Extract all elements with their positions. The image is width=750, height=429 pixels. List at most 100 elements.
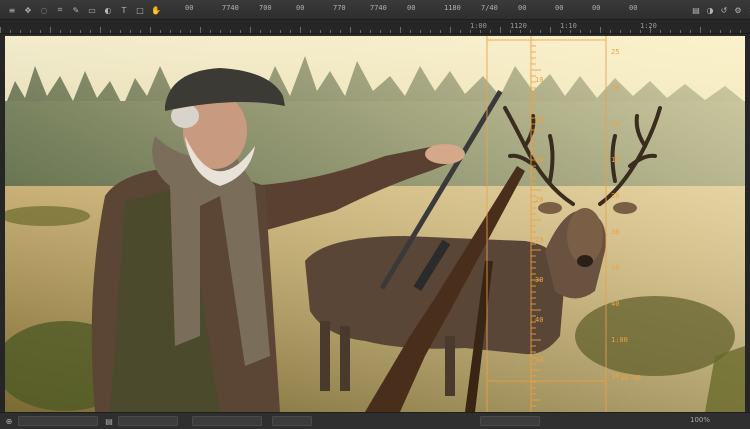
ruler-tick <box>600 27 601 33</box>
scale-label: 20 <box>535 196 544 204</box>
ruler-tick <box>540 30 541 33</box>
scale-label: 30 <box>535 276 544 284</box>
zoom-icon[interactable]: ⊕ <box>4 416 14 426</box>
ruler-tick <box>290 30 291 33</box>
scale-label: 30 <box>611 228 620 236</box>
horizontal-ruler[interactable]: 1:00 1120 1:10 1:20 <box>0 20 750 34</box>
scale-label: 25 <box>611 48 620 56</box>
scale-label: 30 <box>611 264 620 272</box>
move-icon[interactable]: ✥ <box>22 4 34 16</box>
toolbar-readout[interactable]: 00 <box>407 4 415 12</box>
toolbar-panel-group: ▤◑↺⚙✕ <box>690 4 750 16</box>
ruler-tick <box>670 30 671 33</box>
ruler-tick <box>530 30 531 33</box>
top-toolbar: ≡ ✥ ◌ ⌗ ✎ ▭ ◐ T □ ✋ 00 7740 700 00 770 7740 00 1180 7/40 0… <box>0 0 750 20</box>
ruler-tick <box>210 30 211 33</box>
ruler-label: 1:20 <box>640 22 657 30</box>
status-field-4[interactable] <box>272 416 312 426</box>
ruler-tick <box>320 30 321 33</box>
ruler-tick <box>190 30 191 33</box>
toolbar-readout[interactable]: 7740 <box>222 4 239 12</box>
ruler-tick <box>230 30 231 33</box>
ruler-tick <box>180 30 181 33</box>
image-canvas[interactable]: 1120 25192010303030401:0010 103020202030… <box>5 36 745 412</box>
toolbar-readout[interactable]: 7740 <box>370 4 387 12</box>
ruler-tick <box>350 27 351 33</box>
toolbar-readout[interactable]: 00 <box>629 4 637 12</box>
ruler-tick <box>450 27 451 33</box>
history-icon[interactable]: ↺ <box>718 4 730 16</box>
ruler-tick <box>390 30 391 33</box>
toolbar-readout[interactable]: 1180 <box>444 4 461 12</box>
toolbar-tool-group: ≡ ✥ ◌ ⌗ ✎ ▭ ◐ T □ ✋ <box>6 4 164 16</box>
ruler-tick <box>270 30 271 33</box>
scale-label: 10 <box>611 156 620 164</box>
ruler-tick <box>310 30 311 33</box>
status-field-5[interactable] <box>480 416 540 426</box>
scale-label: 10 <box>611 372 620 380</box>
hand-icon[interactable]: ✋ <box>150 4 162 16</box>
ruler-tick <box>400 27 401 33</box>
ruler-tick <box>110 30 111 33</box>
ruler-tick <box>700 27 701 33</box>
ruler-tick <box>590 30 591 33</box>
ruler-tick <box>580 30 581 33</box>
ruler-tick <box>170 30 171 33</box>
ruler-tick <box>90 30 91 33</box>
scale-label: 19 <box>611 84 620 92</box>
measure-overlay[interactable] <box>5 36 745 412</box>
measure-bottom-label: 10.00 <box>620 374 642 382</box>
ruler-tick <box>440 30 441 33</box>
close-icon[interactable]: ✕ <box>746 4 750 16</box>
toolbar-readout[interactable]: 7/40 <box>481 4 498 12</box>
scale-label: 30 <box>611 192 620 200</box>
toolbar-readout[interactable]: 00 <box>518 4 526 12</box>
eraser-icon[interactable]: ▭ <box>86 4 98 16</box>
ruler-tick <box>520 30 521 33</box>
scale-label: 20 <box>611 120 620 128</box>
ruler-tick <box>630 30 631 33</box>
crop-icon[interactable]: ⌗ <box>54 4 66 16</box>
ruler-tick <box>680 30 681 33</box>
ruler-tick <box>740 30 741 33</box>
ruler-tick <box>40 30 41 33</box>
ruler-tick <box>10 30 11 33</box>
status-field-1[interactable] <box>18 416 98 426</box>
right-panel-strip <box>745 34 750 412</box>
scale-label: 1:00 <box>611 336 628 344</box>
ruler-tick <box>470 30 471 33</box>
ruler-tick <box>720 30 721 33</box>
toolbar-readout[interactable]: 00 <box>185 4 193 12</box>
ruler-tick <box>60 30 61 33</box>
brush-icon[interactable]: ✎ <box>70 4 82 16</box>
text-icon[interactable]: T <box>118 4 130 16</box>
ruler-tick <box>80 30 81 33</box>
gradient-icon[interactable]: ◐ <box>102 4 114 16</box>
layers-icon[interactable]: ▤ <box>690 4 702 16</box>
lasso-icon[interactable]: ◌ <box>38 4 50 16</box>
toolbar-readout[interactable]: 00 <box>592 4 600 12</box>
toolbar-readout[interactable]: 700 <box>259 4 272 12</box>
menu-icon[interactable]: ≡ <box>6 4 18 16</box>
ruler-tick <box>340 30 341 33</box>
ruler-tick <box>280 30 281 33</box>
scale-label: 30 <box>535 356 544 364</box>
layer-icon[interactable]: ▤ <box>104 416 114 426</box>
ruler-tick <box>200 27 201 33</box>
toolbar-readout[interactable]: 770 <box>333 4 346 12</box>
scale-label: 20 <box>535 156 544 164</box>
shape-icon[interactable]: □ <box>134 4 146 16</box>
ruler-label: 1:00 <box>470 22 487 30</box>
toolbar-readout[interactable]: 00 <box>555 4 563 12</box>
ruler-tick <box>640 30 641 33</box>
scale-label: 20 <box>535 236 544 244</box>
ruler-tick <box>360 30 361 33</box>
settings-icon[interactable]: ⚙ <box>732 4 744 16</box>
ruler-label: 1120 <box>510 22 527 30</box>
status-field-3[interactable] <box>192 416 262 426</box>
adjust-icon[interactable]: ◑ <box>704 4 716 16</box>
toolbar-readout[interactable]: 00 <box>296 4 304 12</box>
ruler-tick <box>330 30 331 33</box>
ruler-tick <box>420 30 421 33</box>
status-field-2[interactable] <box>118 416 178 426</box>
